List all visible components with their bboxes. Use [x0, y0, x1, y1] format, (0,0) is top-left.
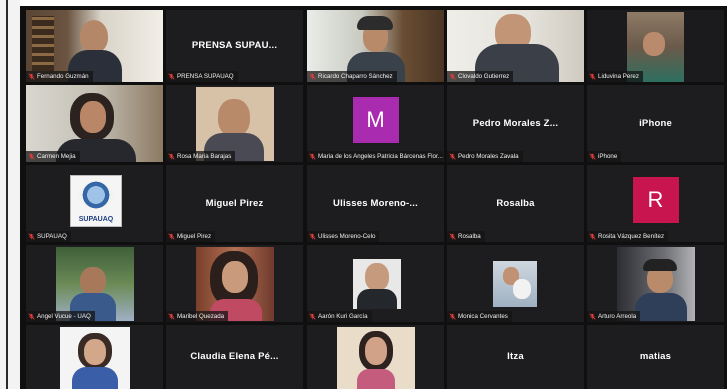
participant-display-name: iPhone — [639, 117, 672, 129]
muted-mic-icon — [449, 73, 456, 80]
muted-mic-icon — [168, 73, 175, 80]
participant-tile[interactable]: R Rosita Vázquez Benítez — [587, 165, 724, 242]
participant-tile[interactable]: Ricardo Chaparro Sánchez — [307, 10, 444, 82]
muted-mic-icon — [589, 313, 596, 320]
participant-tile[interactable]: Rosalba Rosalba — [447, 165, 584, 242]
participant-face — [643, 32, 665, 56]
participant-name-label: Ricardo Chaparro Sánchez — [307, 71, 397, 82]
participant-display-name: Itza — [507, 350, 524, 362]
participant-name-label: Fernando Guzmán — [26, 71, 93, 82]
participant-torso — [635, 293, 687, 321]
participant-tile[interactable]: Angel Vucue - UAQ — [26, 245, 163, 322]
participant-tile[interactable]: Itza — [447, 325, 584, 389]
avatar: M — [352, 97, 399, 143]
participant-name-label: Ulisses Moreno-Celo — [307, 231, 380, 242]
avatar: R — [632, 177, 679, 223]
participant-name-label: Aarón Kuri García — [307, 311, 372, 322]
participant-face — [80, 101, 106, 133]
muted-mic-icon — [589, 73, 596, 80]
muted-mic-icon — [28, 73, 35, 80]
participant-name-label: SUPAUAQ — [26, 231, 71, 242]
participant-display-name: matias — [639, 350, 672, 362]
participant-display-name: Rosalba — [496, 197, 535, 209]
participant-name-label: Clovaldo Gutierrez — [447, 71, 514, 82]
participant-display-name: Miguel Pirez — [205, 197, 264, 209]
participant-face — [365, 263, 389, 291]
muted-mic-icon — [28, 313, 35, 320]
participant-name-label: Liduvina Perez — [587, 71, 643, 82]
participant-tile[interactable]: SUPAUAQ SUPAUAQ — [26, 165, 163, 242]
muted-mic-icon — [449, 233, 456, 240]
participant-tile[interactable]: Rosa Maria Barajas — [166, 85, 303, 162]
muted-mic-icon — [168, 313, 175, 320]
participant-display-name: Ulisses Moreno-... — [333, 197, 418, 209]
participant-tile[interactable] — [307, 325, 444, 389]
participant-name-label: Maria de los Angeles Patricia Bárcenas F… — [307, 151, 444, 162]
participant-name-label: Rosita Vázquez Benítez — [587, 231, 669, 242]
participant-tile[interactable]: Miguel Pirez Miguel Pirez — [166, 165, 303, 242]
participant-tile[interactable]: Claudia Elena Pé... — [166, 325, 303, 389]
participant-tile[interactable]: Aarón Kuri García — [307, 245, 444, 322]
participant-tile[interactable]: Monica Cervantes — [447, 245, 584, 322]
participant-tile[interactable]: matias — [587, 325, 724, 389]
participant-face — [80, 20, 108, 53]
pet-in-photo — [513, 279, 531, 299]
headset-icon — [643, 259, 677, 271]
participant-tile[interactable]: Carmen Mejia — [26, 85, 163, 162]
muted-mic-icon — [28, 153, 35, 160]
participant-tile[interactable]: M Maria de los Angeles Patricia Bárcenas… — [307, 85, 444, 162]
participant-tile[interactable]: Liduvina Perez — [587, 10, 724, 82]
participant-name-label: Maribel Quezada — [166, 311, 229, 322]
muted-mic-icon — [168, 233, 175, 240]
participant-face — [84, 339, 106, 365]
participant-torso — [357, 289, 397, 309]
participant-face — [365, 337, 387, 365]
muted-mic-icon — [309, 153, 316, 160]
participant-tile[interactable] — [26, 325, 163, 389]
participant-name-label: PRENSA SUPAUAQ — [166, 71, 238, 82]
muted-mic-icon — [589, 233, 596, 240]
participant-tile[interactable]: Ulisses Moreno-... Ulisses Moreno-Celo — [307, 165, 444, 242]
participant-display-name: Pedro Morales Z... — [472, 117, 559, 129]
window-left-edge — [0, 0, 20, 389]
participant-tile[interactable]: iPhone iPhone — [587, 85, 724, 162]
participant-tile[interactable]: Arturo Arreola — [587, 245, 724, 322]
participant-display-name: PRENSA SUPAU... — [191, 39, 278, 51]
participant-name-label: iPhone — [587, 151, 622, 162]
gallery-view: Fernando Guzmán PRENSA SUPAU... PRENSA S… — [20, 6, 727, 389]
participant-name-label: Rosalba — [447, 231, 485, 242]
participant-tile[interactable]: Pedro Morales Z... Pedro Morales Zavala — [447, 85, 584, 162]
muted-mic-icon — [449, 313, 456, 320]
muted-mic-icon — [309, 233, 316, 240]
participant-name-label: Angel Vucue - UAQ — [26, 311, 95, 322]
muted-mic-icon — [309, 73, 316, 80]
muted-mic-icon — [28, 233, 35, 240]
participant-torso — [357, 369, 395, 389]
muted-mic-icon — [309, 313, 316, 320]
window-divider — [6, 0, 8, 389]
participant-display-name: Claudia Elena Pé... — [190, 350, 279, 362]
muted-mic-icon — [589, 153, 596, 160]
muted-mic-icon — [449, 153, 456, 160]
participant-tile[interactable]: Fernando Guzmán — [26, 10, 163, 82]
participant-name-label: Arturo Arreola — [587, 311, 641, 322]
active-speaker-tile[interactable]: Clovaldo Gutierrez — [447, 10, 584, 82]
participant-face — [222, 261, 248, 293]
participant-name-label: Monica Cervantes — [447, 311, 512, 322]
muted-mic-icon — [168, 153, 175, 160]
participant-torso — [72, 367, 118, 389]
participant-tile[interactable]: PRENSA SUPAU... PRENSA SUPAUAQ — [166, 10, 303, 82]
participant-name-label: Rosa Maria Barajas — [166, 151, 236, 162]
participant-tile[interactable]: Maribel Quezada — [166, 245, 303, 322]
participant-face — [218, 99, 250, 137]
participant-face — [80, 267, 106, 295]
participant-name-label: Pedro Morales Zavala — [447, 151, 523, 162]
bookshelf-background — [32, 16, 54, 71]
headset-icon — [357, 16, 393, 30]
participant-name-label: Carmen Mejia — [26, 151, 80, 162]
participant-name-label: Miguel Pirez — [166, 231, 216, 242]
supauaq-logo: SUPAUAQ — [70, 175, 122, 227]
